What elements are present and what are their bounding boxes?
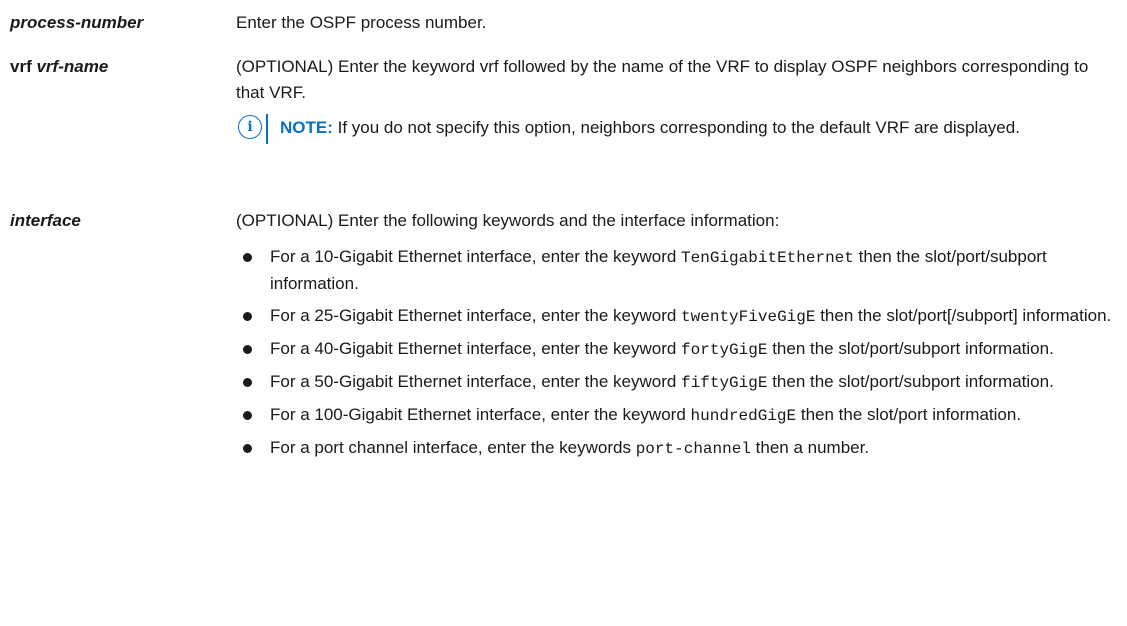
- bullet-dot: [243, 378, 252, 387]
- keyword-code: TenGigabitEthernet: [681, 249, 854, 267]
- param-description: (OPTIONAL) Enter the keyword vrf followe…: [236, 57, 1089, 102]
- param-description: Enter the OSPF process number.: [236, 13, 487, 32]
- keyword-code: port-channel: [635, 440, 751, 458]
- list-item: For a 100-Gigabit Ethernet interface, en…: [236, 402, 1117, 429]
- keyword-code: fiftyGigE: [681, 374, 768, 392]
- param-description: (OPTIONAL) Enter the following keywords …: [236, 211, 780, 230]
- list-item: For a 10-Gigabit Ethernet interface, ent…: [236, 244, 1117, 297]
- note-label: NOTE:: [280, 118, 333, 137]
- list-item: For a 40-Gigabit Ethernet interface, ent…: [236, 336, 1117, 363]
- term-keyword: vrf: [10, 57, 32, 76]
- note-callout: i NOTE: If you do not specify this optio…: [236, 112, 1117, 144]
- info-icon: i: [238, 115, 262, 139]
- keyword-code: twentyFiveGigE: [681, 308, 816, 326]
- interface-options-list: For a 10-Gigabit Ethernet interface, ent…: [236, 244, 1117, 462]
- list-item: For a port channel interface, enter the …: [236, 435, 1117, 462]
- param-term: vrf vrf-name: [10, 54, 230, 80]
- keyword-code: hundredGigE: [690, 407, 797, 425]
- note-body: NOTE: If you do not specify this option,…: [280, 112, 1117, 144]
- bullet-dot: [243, 345, 252, 354]
- param-description-block: (OPTIONAL) Enter the following keywords …: [236, 208, 1117, 468]
- bullet-dot: [243, 411, 252, 420]
- note-text: If you do not specify this option, neigh…: [337, 118, 1020, 137]
- list-item: For a 25-Gigabit Ethernet interface, ent…: [236, 303, 1117, 330]
- term-argument: vrf-name: [36, 57, 109, 76]
- param-description-block: (OPTIONAL) Enter the keyword vrf followe…: [236, 54, 1117, 144]
- bullet-dot: [243, 253, 252, 262]
- param-term: interface: [10, 211, 81, 230]
- param-term: process-number: [10, 13, 144, 32]
- keyword-code: fortyGigE: [681, 341, 768, 359]
- bullet-dot: [243, 312, 252, 321]
- list-item: For a 50-Gigabit Ethernet interface, ent…: [236, 369, 1117, 396]
- note-divider: [266, 114, 268, 144]
- bullet-dot: [243, 444, 252, 453]
